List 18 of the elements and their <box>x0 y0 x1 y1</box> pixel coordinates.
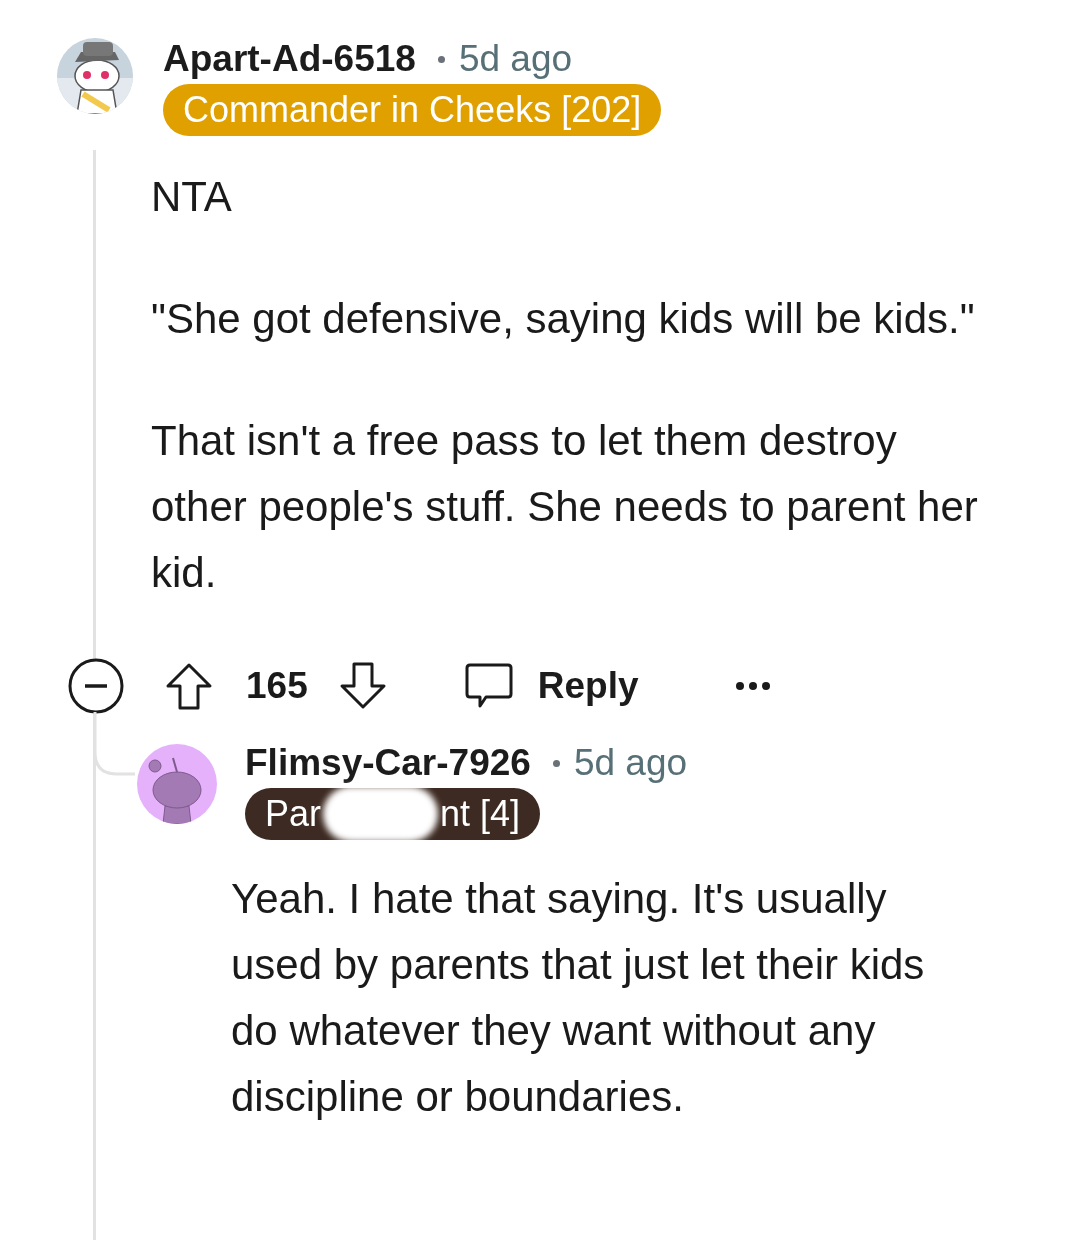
comment-text: "She got defensive, saying kids will be kids." <box>151 294 976 344</box>
upvote-icon[interactable] <box>164 661 214 711</box>
collapse-icon[interactable] <box>68 658 124 714</box>
username[interactable]: Flimsy-Car-7926 <box>245 742 531 784</box>
timestamp: 5d ago <box>573 742 688 784</box>
vote-count: 165 <box>246 665 308 707</box>
comment-text: Yeah. I hate that saying. It's usually used by parents that just let their kids do whatever they want without any discipline or boundaries. <box>231 874 926 1122</box>
reply-button[interactable]: Reply <box>463 662 639 710</box>
separator-dot <box>437 55 445 63</box>
user-flair: Par nt [4] <box>245 788 541 840</box>
comment-text: That isn't a free pass to let them destroy other people's stuff. She needs to parent her kid. <box>151 416 979 598</box>
username[interactable]: Apart-Ad-6518 <box>163 38 416 80</box>
timestamp: 5d ago <box>458 38 573 80</box>
separator-dot <box>552 759 560 767</box>
comment-text: NTA <box>151 172 233 222</box>
more-options-icon[interactable] <box>734 681 771 691</box>
comment-icon <box>463 662 514 710</box>
user-flair: Commander in Cheeks [202] <box>163 84 662 136</box>
